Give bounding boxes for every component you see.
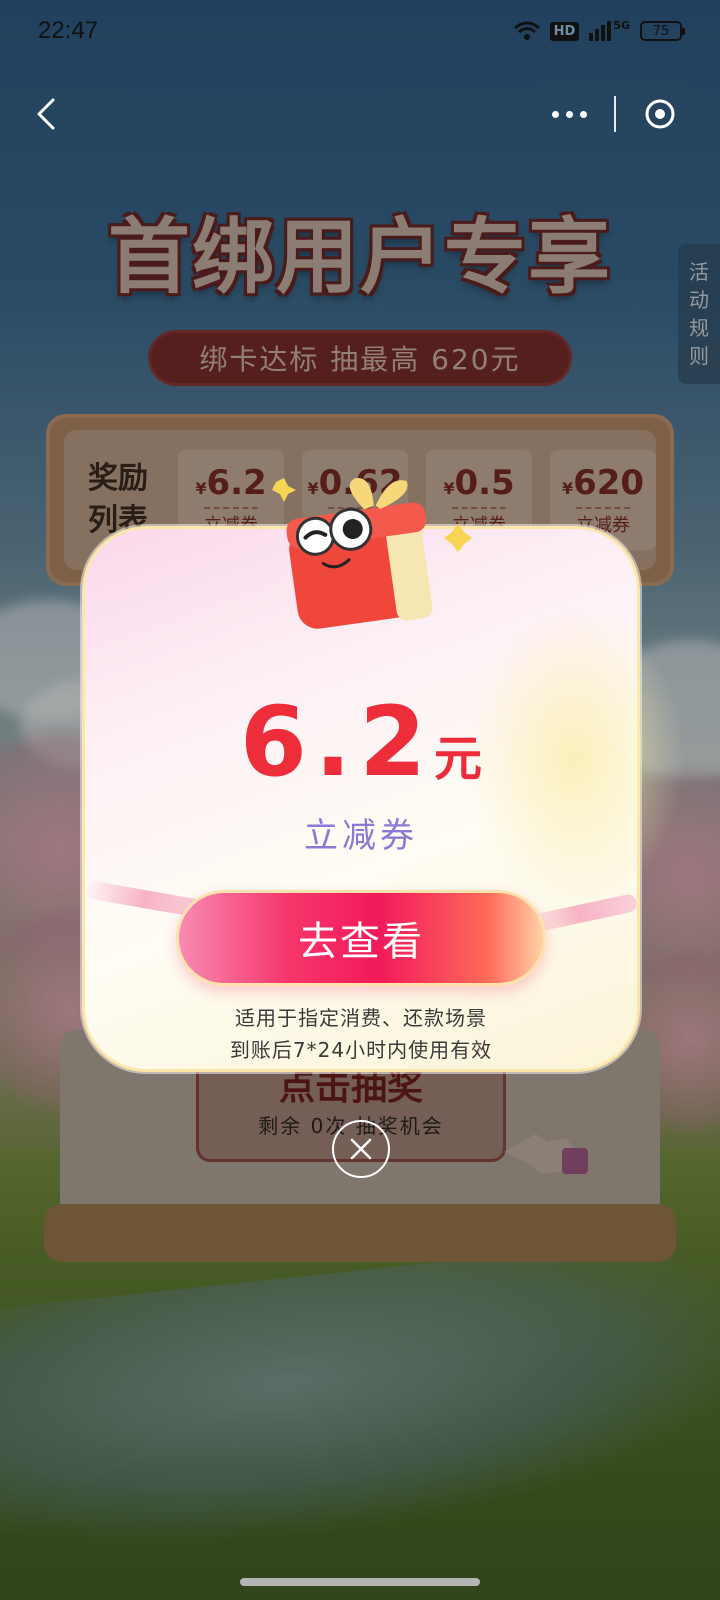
status-time: 22:47: [38, 17, 99, 44]
chevron-left-icon: [37, 98, 55, 130]
usage-note-line2: 到账后7*24小时内使用有效: [229, 1038, 493, 1062]
signal-icon: [589, 21, 612, 41]
reward-coupon-type: 立减券: [304, 816, 418, 856]
reward-amount: 6.2元: [82, 686, 640, 798]
battery-icon: 75: [640, 21, 685, 41]
more-dots-icon: [551, 110, 559, 118]
battery-level: 75: [652, 23, 670, 39]
mini-program-capsule: [524, 84, 704, 144]
modal-close-button[interactable]: [332, 1120, 390, 1178]
back-button[interactable]: [22, 88, 70, 140]
capsule-divider: [614, 96, 616, 132]
close-x-icon: [350, 1138, 372, 1160]
gift-box-mascot-icon: [272, 478, 472, 629]
home-indicator[interactable]: [240, 1578, 480, 1586]
reward-amount-value: 6.2: [239, 686, 435, 798]
more-button[interactable]: [524, 84, 614, 144]
usage-note-line1: 适用于指定消费、还款场景: [235, 1006, 487, 1030]
status-bar: 22:47 HD 5G 75: [0, 0, 720, 62]
wifi-icon: [513, 21, 540, 40]
close-circle-icon: [645, 99, 675, 129]
hd-badge: HD: [549, 21, 580, 41]
view-coupon-button[interactable]: 去查看: [176, 890, 546, 986]
network-type: 5G: [613, 18, 630, 32]
close-miniprogram-button[interactable]: [616, 84, 704, 144]
reward-amount-unit: 元: [434, 731, 483, 787]
